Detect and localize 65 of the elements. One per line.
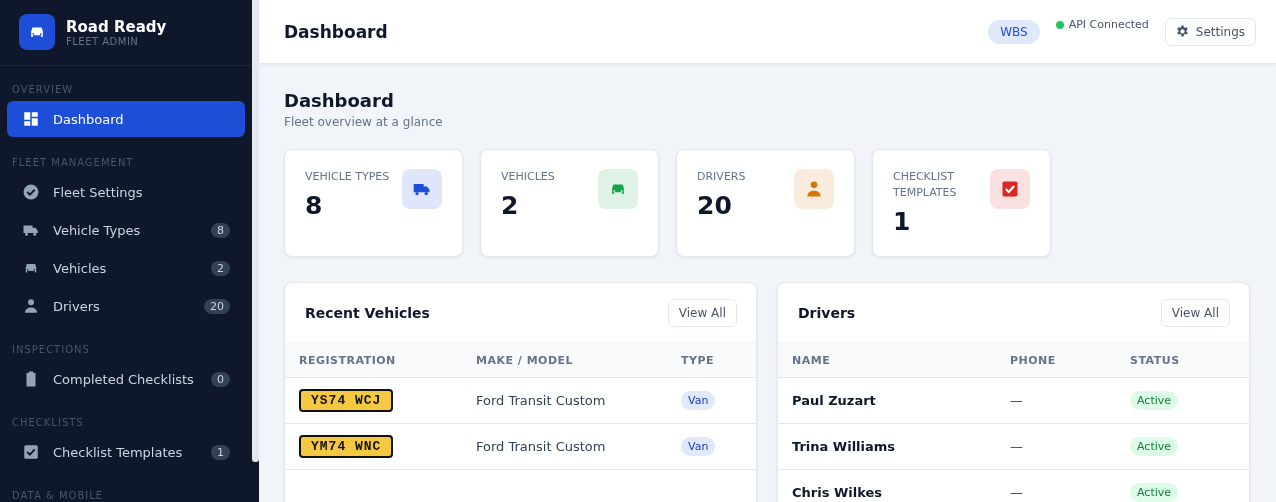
api-status: API Connected xyxy=(1068,18,1149,31)
count-badge: 8 xyxy=(211,222,230,238)
stat-value: 1 xyxy=(893,207,912,236)
page-subtitle: Fleet overview at a glance xyxy=(284,115,444,129)
settings-icon xyxy=(1175,25,1189,38)
column-header: MAKE / MODEL xyxy=(476,353,574,367)
checkbox-icon xyxy=(22,443,40,461)
stat-value: 2 xyxy=(501,191,520,220)
stat-label: CHECKLIST TEMPLATES xyxy=(893,169,958,201)
sidebar-item[interactable]: Vehicle Types 8 xyxy=(7,212,245,248)
panel-title: Drivers xyxy=(798,305,856,321)
number-plate: YS74 WCJ xyxy=(299,389,394,412)
type-tag: Van xyxy=(681,437,716,456)
section-heading: FLEET MANAGEMENT xyxy=(11,156,135,170)
status-tag: Active xyxy=(1130,391,1179,410)
number-plate: YM74 WNC xyxy=(299,435,394,458)
status-tag: Active xyxy=(1130,437,1179,456)
section-heading: CHECKLISTS xyxy=(11,416,85,430)
app-subtitle: FLEET ADMIN xyxy=(66,35,140,47)
sidebar-item[interactable]: Completed Checklists 0 xyxy=(7,361,245,397)
section-heading: DATA & MOBILE xyxy=(11,489,105,502)
page-title: Dashboard xyxy=(284,90,395,111)
status-dot xyxy=(1055,20,1064,29)
section-heading: INSPECTIONS xyxy=(11,343,91,357)
panel-title: Recent Vehicles xyxy=(305,305,430,321)
column-header: PHONE xyxy=(1010,353,1056,367)
driver-name: Paul Zuzart xyxy=(792,393,876,408)
stat-label: VEHICLES xyxy=(501,169,555,185)
section-heading: OVERVIEW xyxy=(11,83,75,97)
column-header: TYPE xyxy=(681,353,715,367)
column-header: STATUS xyxy=(1130,353,1180,367)
check-circle-icon xyxy=(22,183,40,201)
count-badge: 20 xyxy=(204,298,230,314)
column-header: NAME xyxy=(792,353,831,367)
make-model: Ford Transit Custom xyxy=(476,393,606,408)
driver-name: Chris Wilkes xyxy=(792,485,883,500)
organisation-badge: WBS xyxy=(988,19,1040,44)
sidebar-item[interactable]: Dashboard xyxy=(7,101,245,137)
app-title: Road Ready xyxy=(66,17,167,36)
sidebar-item[interactable]: Drivers 20 xyxy=(7,288,245,324)
status-tag: Active xyxy=(1130,483,1179,502)
make-model: Ford Transit Custom xyxy=(476,439,606,454)
settings-button[interactable]: Settings xyxy=(1164,17,1256,46)
phone-number: — xyxy=(1010,439,1023,454)
phone-number: — xyxy=(1010,393,1023,408)
stat-value: 20 xyxy=(697,191,733,220)
scrollbar[interactable] xyxy=(252,0,259,462)
header-title: Dashboard xyxy=(284,21,389,42)
person-icon xyxy=(22,297,40,315)
count-badge: 1 xyxy=(211,444,230,460)
stat-label: DRIVERS xyxy=(697,169,746,185)
sidebar-item[interactable]: Checklist Templates 1 xyxy=(7,434,245,470)
phone-number: — xyxy=(1010,485,1023,500)
view-all-button[interactable]: View All xyxy=(1160,299,1230,327)
view-all-button[interactable]: View All xyxy=(667,299,737,327)
sidebar-item[interactable]: Vehicles 2 xyxy=(7,250,245,286)
count-badge: 0 xyxy=(211,371,230,387)
driver-name: Trina Williams xyxy=(792,439,896,454)
type-tag: Van xyxy=(681,391,716,410)
count-badge: 2 xyxy=(211,260,230,276)
column-header: REGISTRATION xyxy=(299,353,396,367)
stat-label: VEHICLE TYPES xyxy=(305,169,390,185)
stat-value: 8 xyxy=(305,191,324,220)
sidebar-item[interactable]: Fleet Settings xyxy=(7,174,245,210)
dashboard-icon xyxy=(22,110,40,128)
